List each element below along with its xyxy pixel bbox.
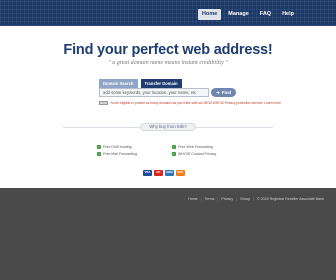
footer-link-terms[interactable]: Terms bbox=[205, 197, 215, 201]
footer-link-home[interactable]: Home bbox=[188, 197, 198, 201]
footer-links: Home | Terms | Privacy | Group | © 2024 … bbox=[188, 197, 324, 201]
arrow-right-icon: ➜ bbox=[216, 89, 220, 95]
tab-transfer-domain[interactable]: Transfer Domain bbox=[140, 79, 182, 88]
find-button[interactable]: ➜ Find bbox=[211, 88, 237, 97]
top-header-bar: Home Manage FAQ Help bbox=[0, 0, 336, 26]
footer-link-privacy[interactable]: Privacy bbox=[221, 197, 233, 201]
check-icon: ✓ bbox=[97, 145, 101, 149]
footer-separator: | bbox=[217, 197, 219, 201]
feature-label: WHOIS Contact Privacy bbox=[178, 152, 217, 156]
feature-label: Free Mail Forwarding bbox=[103, 152, 137, 156]
search-tabs: Domain Search Transfer Domain bbox=[99, 79, 182, 88]
feature-label: Free DNS hosting bbox=[103, 145, 132, 149]
main-nav: Home Manage FAQ Help bbox=[198, 9, 298, 20]
check-icon: ✓ bbox=[172, 145, 176, 149]
privacy-notice: NEW You're eligible to protect as many d… bbox=[99, 101, 281, 105]
find-button-label: Find bbox=[221, 90, 232, 95]
new-badge: NEW bbox=[99, 101, 108, 105]
page-headline: Find your perfect web address! bbox=[63, 42, 273, 58]
feature-item: ✓ Free Mail Forwarding bbox=[97, 152, 172, 156]
feature-item: ✓ Free Web Forwarding bbox=[172, 145, 247, 149]
amex-card-icon: AMEX bbox=[165, 170, 174, 176]
discover-card-icon: DISC bbox=[176, 170, 185, 176]
footer-copyright: © 2024 Registrar Reseller Associate Bank bbox=[257, 197, 324, 201]
feature-item: ✓ Free DNS hosting bbox=[97, 145, 172, 149]
page-tagline: " a great domain name means instant cred… bbox=[108, 60, 228, 66]
scalloped-edge bbox=[0, 186, 336, 191]
privacy-notice-text[interactable]: You're eligible to protect as many domai… bbox=[110, 101, 281, 105]
nav-home[interactable]: Home bbox=[198, 9, 222, 20]
footer-link-group[interactable]: Group bbox=[240, 197, 250, 201]
search-row: add some keywords, your location, your n… bbox=[99, 88, 237, 97]
nav-manage[interactable]: Manage bbox=[224, 9, 252, 20]
check-icon: ✓ bbox=[172, 152, 176, 156]
footer-separator: | bbox=[236, 197, 238, 201]
why-buy-label: Why buy from Edk? bbox=[140, 123, 196, 131]
feature-item: ✓ WHOIS Contact Privacy bbox=[172, 152, 247, 156]
mastercard-icon: MC bbox=[154, 170, 163, 176]
payment-methods: VISA MC AMEX DISC bbox=[143, 170, 185, 176]
footer-separator: | bbox=[253, 197, 255, 201]
feature-label: Free Web Forwarding bbox=[178, 145, 213, 149]
nav-faq[interactable]: FAQ bbox=[256, 9, 275, 20]
domain-search-input[interactable]: add some keywords, your location, your n… bbox=[99, 88, 209, 97]
tab-domain-search[interactable]: Domain Search bbox=[99, 79, 138, 88]
features-list: ✓ Free DNS hosting ✓ Free Web Forwarding… bbox=[97, 145, 247, 156]
visa-card-icon: VISA bbox=[143, 170, 152, 176]
nav-help[interactable]: Help bbox=[278, 9, 298, 20]
footer-separator: | bbox=[200, 197, 202, 201]
check-icon: ✓ bbox=[97, 152, 101, 156]
